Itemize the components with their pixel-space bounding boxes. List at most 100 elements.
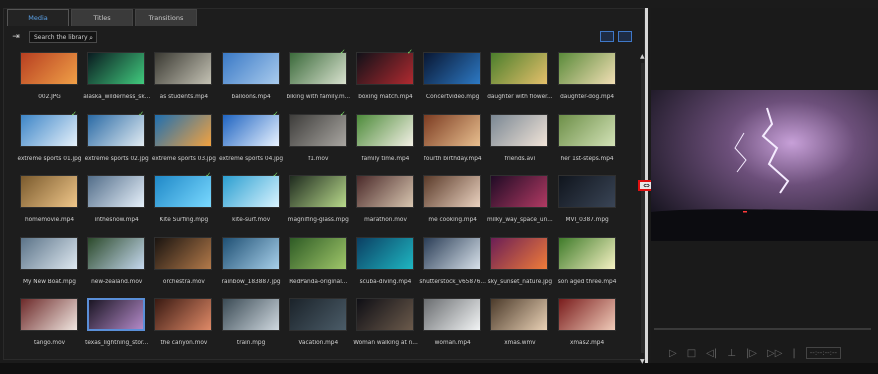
media-thumbnail[interactable] — [221, 298, 280, 331]
media-tile[interactable]: daughter with flower... — [486, 52, 553, 108]
tab-media[interactable]: Media — [7, 9, 69, 26]
media-thumbnail[interactable] — [87, 175, 146, 208]
media-tile[interactable]: Vacation.mp4 — [285, 298, 352, 354]
media-tile[interactable]: ✓ kite-surf.mov — [218, 172, 285, 231]
media-tile[interactable]: ✓ extreme sports 04.jpg — [218, 110, 285, 170]
media-tile[interactable]: Woman walking at n... — [352, 298, 419, 354]
media-tile[interactable]: extreme sports 03.jpg — [150, 113, 217, 170]
media-thumbnail[interactable] — [221, 113, 280, 147]
snapshot-icon[interactable]: ⊥ — [727, 348, 736, 359]
media-thumbnail[interactable] — [20, 236, 78, 270]
media-tile[interactable]: MVI_0387.mpg — [554, 175, 621, 231]
media-tile[interactable]: milky_way_space_un... — [486, 175, 553, 231]
media-thumbnail[interactable] — [490, 113, 549, 147]
media-thumbnail[interactable] — [221, 52, 280, 85]
media-tile[interactable]: RedPanda-original... — [285, 236, 352, 293]
media-tile[interactable]: daughter-dog.mp4 — [554, 52, 621, 108]
media-tile[interactable]: train.mpg — [218, 298, 285, 354]
playback-progress[interactable] — [654, 328, 871, 330]
media-thumbnail[interactable] — [154, 298, 213, 331]
media-thumbnail[interactable] — [154, 175, 213, 208]
previous-frame-icon[interactable]: ◁| — [706, 348, 717, 359]
scroll-down-icon[interactable]: ▼ — [640, 358, 645, 365]
media-tile[interactable]: marathon.mov — [352, 175, 419, 231]
media-tile[interactable]: xmas2.mp4 — [554, 298, 621, 354]
media-tile[interactable]: ✓ f1.mov — [285, 110, 352, 170]
search-input[interactable]: Search the library ⌕ — [29, 31, 97, 43]
media-thumbnail[interactable] — [557, 298, 616, 331]
media-thumbnail[interactable] — [154, 113, 213, 147]
media-thumbnail[interactable] — [87, 52, 146, 85]
media-tile[interactable]: homemovie.mp4 — [16, 175, 83, 231]
media-thumbnail[interactable] — [154, 52, 213, 85]
media-thumbnail[interactable] — [20, 113, 78, 147]
media-thumbnail[interactable] — [557, 236, 616, 270]
next-frame-icon[interactable]: |▷ — [746, 348, 757, 359]
tab-titles[interactable]: Titles — [71, 9, 133, 26]
media-thumbnail[interactable] — [20, 175, 78, 208]
media-thumbnail[interactable] — [557, 175, 616, 208]
import-icon[interactable]: ⇥ — [10, 31, 22, 43]
media-thumbnail[interactable] — [490, 175, 549, 208]
media-thumbnail[interactable] — [221, 175, 280, 208]
media-tile[interactable]: alaska_wilderness_sk... — [83, 52, 150, 108]
media-thumbnail[interactable] — [356, 175, 414, 208]
search-icon[interactable]: ⌕ — [89, 32, 93, 44]
media-tile[interactable]: fourth birthday.mp4 — [419, 113, 486, 170]
media-tile[interactable]: tango.mov — [16, 298, 83, 354]
media-thumbnail[interactable] — [490, 298, 549, 331]
media-thumbnail[interactable] — [356, 52, 414, 85]
media-tile[interactable]: ✓ boxing match.mp4 — [352, 49, 419, 108]
tab-transitions[interactable]: Transitions — [135, 9, 197, 26]
stop-icon[interactable]: □ — [687, 348, 696, 359]
media-tile[interactable]: shutterstock_v65876... — [419, 236, 486, 293]
media-tile[interactable]: the canyon.mov — [150, 298, 217, 354]
media-thumbnail[interactable] — [288, 113, 347, 147]
media-thumbnail[interactable] — [87, 113, 146, 147]
media-tile[interactable]: ✓ Kite Surfing.mpg — [150, 172, 217, 231]
scroll-thumb[interactable] — [641, 63, 644, 353]
media-thumbnail[interactable] — [288, 175, 347, 208]
media-tile[interactable]: 002.JPG — [16, 52, 83, 108]
media-tile[interactable]: woman.mp4 — [419, 298, 486, 354]
media-thumbnail[interactable] — [423, 236, 482, 270]
media-tile[interactable]: son aged three.mp4 — [554, 236, 621, 293]
media-tile[interactable]: as students.mp4 — [150, 52, 217, 108]
media-tile[interactable]: xmas.wmv — [486, 298, 553, 354]
media-thumbnail[interactable] — [20, 298, 78, 331]
media-tile[interactable]: family time.mp4 — [352, 113, 419, 170]
thumbnail-view-icon[interactable] — [600, 31, 614, 42]
play-icon[interactable]: ▷ — [669, 348, 677, 359]
media-thumbnail[interactable] — [154, 236, 213, 270]
media-thumbnail[interactable] — [288, 298, 347, 331]
media-thumbnail[interactable] — [423, 52, 482, 85]
media-tile[interactable]: her 1st-steps.mp4 — [554, 113, 621, 170]
media-tile[interactable]: ✓ extreme sports 02.jpg — [83, 110, 150, 170]
media-thumbnail[interactable] — [356, 236, 414, 270]
media-thumbnail[interactable] — [423, 113, 482, 147]
media-thumbnail[interactable] — [87, 298, 146, 331]
media-tile[interactable]: new-zealand.mov — [83, 236, 150, 293]
media-tile[interactable]: ✓ extreme sports 01.jpg — [16, 110, 83, 170]
media-tile[interactable]: scuba-diving.mp4 — [352, 236, 419, 293]
media-tile[interactable]: orchestra.mov — [150, 236, 217, 293]
media-thumbnail[interactable] — [423, 175, 482, 208]
media-thumbnail[interactable] — [221, 236, 280, 270]
media-tile[interactable]: My New Boat.mpg — [16, 236, 83, 293]
media-tile[interactable]: magnifing-glass.mpg — [285, 175, 352, 231]
media-thumbnail[interactable] — [356, 113, 414, 147]
media-thumbnail[interactable] — [288, 236, 347, 270]
media-tile[interactable]: friends.avi — [486, 113, 553, 170]
media-tile[interactable]: texas_lightning_stor... — [83, 298, 150, 354]
media-tile[interactable]: me cooking.mp4 — [419, 175, 486, 231]
media-thumbnail[interactable] — [87, 236, 146, 270]
details-view-icon[interactable] — [618, 31, 632, 42]
media-thumbnail[interactable] — [288, 52, 347, 85]
media-thumbnail[interactable] — [490, 236, 549, 270]
media-thumbnail[interactable] — [557, 113, 616, 147]
media-thumbnail[interactable] — [557, 52, 616, 85]
media-thumbnail[interactable] — [490, 52, 549, 85]
media-tile[interactable]: balloons.mp4 — [218, 52, 285, 108]
media-tile[interactable]: ✓ biking with family.m... — [285, 49, 352, 108]
media-tile[interactable]: rainbow_183887.jpg — [218, 236, 285, 293]
